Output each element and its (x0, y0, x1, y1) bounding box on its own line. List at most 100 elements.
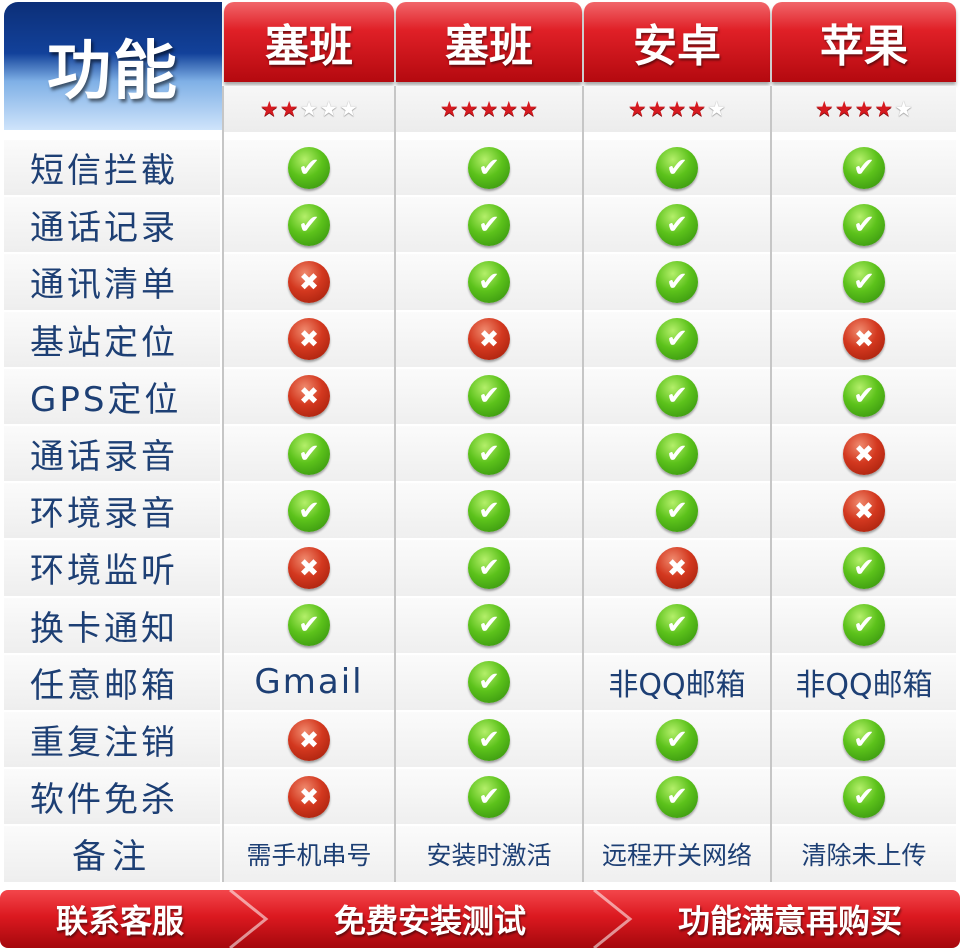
row-label: 环境录音 (4, 483, 220, 539)
buy-after-satisfied-button[interactable]: 功能满意再购买 (620, 890, 960, 948)
row-label: 短信拦截 (4, 140, 220, 196)
check-icon: ✔ (843, 718, 885, 761)
star-filled-icon: ★ (519, 96, 539, 121)
check-icon: ✔ (468, 546, 510, 589)
check-icon: ✔ (843, 203, 885, 246)
table-cell: ✔ (772, 769, 956, 825)
column-header-4: 苹果 (772, 2, 956, 82)
table-cell: 非QQ邮箱 (584, 654, 770, 710)
table-cell: ✔ (772, 368, 956, 424)
cross-icon: ✖ (656, 546, 698, 589)
footer-action-bar: 联系客服 免费安装测试 功能满意再购买 (0, 890, 960, 948)
check-icon: ✔ (468, 203, 510, 246)
feature-column-header: 功能 (4, 2, 222, 130)
row-divider (4, 881, 956, 884)
row-label: 重复注销 (4, 712, 220, 768)
contact-support-button[interactable]: 联系客服 (0, 890, 240, 948)
check-icon: ✔ (656, 775, 698, 818)
cell-text: 非QQ邮箱 (795, 668, 933, 704)
check-icon: ✔ (468, 661, 510, 704)
table-cell: ✔ (772, 712, 956, 768)
table-cell: ✖ (396, 311, 582, 367)
table-cell: ✔ (396, 197, 582, 253)
column-divider (770, 86, 772, 882)
check-icon: ✔ (843, 775, 885, 818)
check-icon: ✔ (656, 604, 698, 647)
star-empty-icon: ★ (707, 96, 727, 121)
cell-text: 非QQ邮箱 (608, 668, 746, 704)
table-cell: ✔ (396, 140, 582, 196)
check-icon: ✔ (656, 203, 698, 246)
star-filled-icon: ★ (459, 96, 479, 121)
cross-icon: ✖ (288, 775, 330, 818)
table-cell: ✔ (772, 197, 956, 253)
check-icon: ✔ (656, 432, 698, 475)
check-icon: ✔ (843, 146, 885, 189)
star-filled-icon: ★ (627, 96, 647, 121)
table-cell: ✔ (772, 597, 956, 653)
cross-icon: ✖ (288, 318, 330, 361)
table-cell: ✔ (584, 712, 770, 768)
check-icon: ✔ (468, 775, 510, 818)
rating-3: ★ ★ ★ ★ ★ (584, 86, 770, 132)
cross-icon: ✖ (288, 260, 330, 303)
table-cell: ✔ (224, 426, 394, 482)
check-icon: ✔ (656, 375, 698, 418)
star-filled-icon: ★ (479, 96, 499, 121)
cross-icon: ✖ (288, 375, 330, 418)
table-cell: ✔ (584, 140, 770, 196)
table-cell: ✔ (224, 483, 394, 539)
table-cell: ✔ (224, 197, 394, 253)
table-cell: ✖ (224, 540, 394, 596)
table-cell: ✔ (584, 311, 770, 367)
note-text: 安装时激活 (426, 840, 552, 870)
table-cell: ✖ (224, 368, 394, 424)
star-filled-icon: ★ (874, 96, 894, 121)
star-filled-icon: ★ (279, 96, 299, 121)
check-icon: ✔ (468, 260, 510, 303)
cross-icon: ✖ (288, 546, 330, 589)
row-label: 基站定位 (4, 311, 220, 367)
cell-text: Gmail (254, 662, 364, 703)
cross-icon: ✖ (288, 718, 330, 761)
check-icon: ✔ (843, 604, 885, 647)
column-divider (394, 86, 396, 882)
table-cell: ✔ (396, 769, 582, 825)
table-cell: 非QQ邮箱 (772, 654, 956, 710)
table-cell: ✖ (772, 426, 956, 482)
table-cell: ✔ (396, 712, 582, 768)
cross-icon: ✖ (843, 432, 885, 475)
check-icon: ✔ (468, 146, 510, 189)
check-icon: ✔ (468, 432, 510, 475)
table-cell: ✔ (224, 140, 394, 196)
cross-icon: ✖ (843, 318, 885, 361)
check-icon: ✔ (288, 146, 330, 189)
table-cell: 安装时激活 (396, 826, 582, 882)
check-icon: ✔ (656, 718, 698, 761)
row-label: 环境监听 (4, 540, 220, 596)
star-empty-icon: ★ (339, 96, 359, 121)
check-icon: ✔ (656, 318, 698, 361)
column-divider (222, 86, 224, 882)
rating-2: ★ ★ ★ ★ ★ (396, 86, 582, 132)
check-icon: ✔ (843, 546, 885, 589)
table-cell: ✔ (584, 769, 770, 825)
free-install-test-button[interactable]: 免费安装测试 (260, 890, 600, 948)
check-icon: ✔ (288, 489, 330, 532)
check-icon: ✔ (656, 489, 698, 532)
table-cell: ✔ (224, 597, 394, 653)
check-icon: ✔ (656, 260, 698, 303)
column-divider (582, 86, 584, 882)
table-cell: ✔ (584, 368, 770, 424)
comparison-table: 功能 塞班 ★ ★ ★ ★ ★ 塞班 ★ ★ ★ ★ ★ 安卓 ★ ★ ★ ★ ★ 苹果 ★ ★ ★ ★ ★ 短信拦截 ✔ ✔ ✔ ✔ 通… (0, 0, 960, 885)
table-cell: ✔ (396, 483, 582, 539)
row-label: 软件免杀 (4, 769, 220, 825)
table-cell: ✔ (772, 254, 956, 310)
table-cell: ✖ (224, 311, 394, 367)
check-icon: ✔ (656, 146, 698, 189)
row-label: 任意邮箱 (4, 654, 220, 710)
star-filled-icon: ★ (814, 96, 834, 121)
column-header-2: 塞班 (396, 2, 582, 82)
table-cell: 远程开关网络 (584, 826, 770, 882)
cross-icon: ✖ (468, 318, 510, 361)
